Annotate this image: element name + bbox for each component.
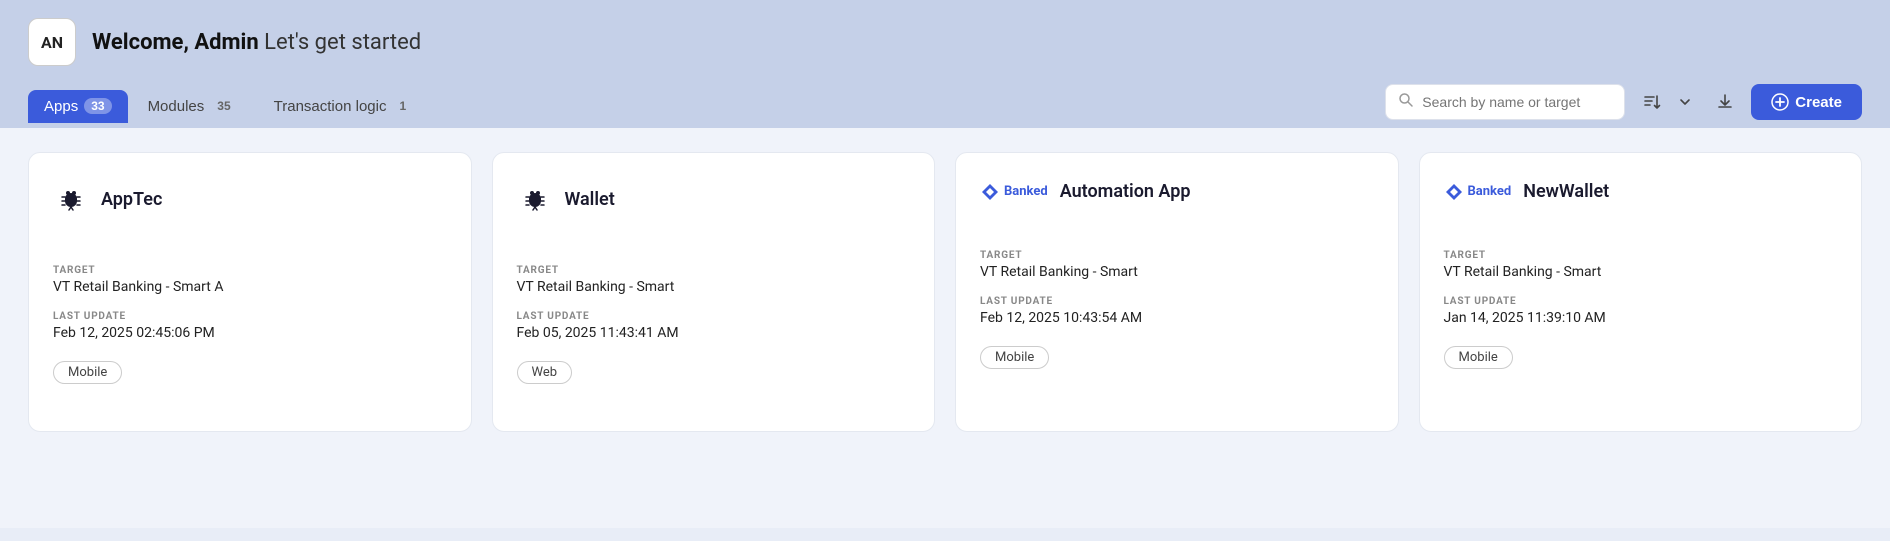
card-automation_app[interactable]: Banked Automation App TARGET VT Retail B…	[955, 152, 1399, 432]
last-update-label-wallet: LAST UPDATE	[517, 311, 911, 322]
last-update-label-apptec: LAST UPDATE	[53, 311, 447, 322]
card-header-newwallet: Banked NewWallet	[1444, 181, 1838, 202]
platform-badge-newwallet: Mobile	[1444, 346, 1513, 369]
search-input[interactable]	[1422, 94, 1612, 110]
target-value-wallet: VT Retail Banking - Smart	[517, 279, 911, 295]
sort-dropdown-button[interactable]	[1671, 88, 1699, 116]
app-name-wallet: Wallet	[565, 189, 615, 210]
platform-badge-apptec: Mobile	[53, 361, 122, 384]
avatar: AN	[28, 18, 76, 66]
platform-badge-automation_app: Mobile	[980, 346, 1049, 369]
card-footer-apptec: Mobile	[53, 361, 447, 384]
tab-apps[interactable]: Apps 33	[28, 90, 128, 123]
header: AN Welcome, Admin Let's get started Apps…	[0, 0, 1890, 128]
target-value-apptec: VT Retail Banking - Smart A	[53, 279, 447, 295]
create-button[interactable]: Create	[1751, 84, 1862, 120]
welcome-text: Welcome, Admin Let's get started	[92, 30, 421, 55]
search-icon	[1398, 92, 1414, 112]
cards-grid: AppTec TARGET VT Retail Banking - Smart …	[28, 152, 1862, 432]
tab-label-transaction_logic: Transaction logic	[274, 98, 387, 115]
target-value-automation_app: VT Retail Banking - Smart	[980, 264, 1374, 280]
banked-logo: Banked	[1444, 182, 1512, 202]
app-name-newwallet: NewWallet	[1523, 181, 1609, 202]
tab-label-apps: Apps	[44, 98, 78, 115]
welcome-suffix: Let's get started	[259, 30, 421, 55]
last-update-value-apptec: Feb 12, 2025 02:45:06 PM	[53, 325, 447, 341]
app-name-apptec: AppTec	[101, 189, 162, 210]
tab-transaction_logic[interactable]: Transaction logic 1	[258, 90, 430, 123]
target-value-newwallet: VT Retail Banking - Smart	[1444, 264, 1838, 280]
create-label: Create	[1795, 94, 1842, 111]
tab-badge-transaction_logic: 1	[392, 98, 413, 114]
header-top: AN Welcome, Admin Let's get started	[28, 18, 1862, 84]
platform-badge-wallet: Web	[517, 361, 573, 384]
main: AppTec TARGET VT Retail Banking - Smart …	[0, 128, 1890, 528]
app-icon-apptec	[53, 181, 89, 217]
card-header-automation_app: Banked Automation App	[980, 181, 1374, 202]
toolbar-row: Apps 33 Modules 35 Transaction logic 1	[28, 84, 1862, 128]
app-name-automation_app: Automation App	[1060, 181, 1191, 202]
card-footer-wallet: Web	[517, 361, 911, 384]
tab-badge-apps: 33	[84, 98, 111, 114]
last-update-value-newwallet: Jan 14, 2025 11:39:10 AM	[1444, 310, 1838, 326]
card-wallet[interactable]: Wallet TARGET VT Retail Banking - Smart …	[492, 152, 936, 432]
last-update-label-automation_app: LAST UPDATE	[980, 296, 1374, 307]
tab-modules[interactable]: Modules 35	[132, 90, 254, 123]
sort-button[interactable]	[1635, 85, 1669, 119]
target-label-automation_app: TARGET	[980, 250, 1374, 261]
card-newwallet[interactable]: Banked NewWallet TARGET VT Retail Bankin…	[1419, 152, 1863, 432]
target-label-newwallet: TARGET	[1444, 250, 1838, 261]
tab-label-modules: Modules	[148, 98, 205, 115]
banked-logo: Banked	[980, 182, 1048, 202]
download-button[interactable]	[1709, 86, 1741, 118]
tabs: Apps 33 Modules 35 Transaction logic 1	[28, 90, 429, 123]
tab-badge-modules: 35	[210, 98, 237, 114]
app-icon-wallet	[517, 181, 553, 217]
card-footer-automation_app: Mobile	[980, 346, 1374, 369]
last-update-value-wallet: Feb 05, 2025 11:43:41 AM	[517, 325, 911, 341]
toolbar-actions: Create	[1385, 84, 1862, 128]
sort-area	[1635, 85, 1699, 119]
last-update-label-newwallet: LAST UPDATE	[1444, 296, 1838, 307]
card-header-apptec: AppTec	[53, 181, 447, 217]
target-label-apptec: TARGET	[53, 265, 447, 276]
welcome-prefix: Welcome,	[92, 30, 194, 55]
last-update-value-automation_app: Feb 12, 2025 10:43:54 AM	[980, 310, 1374, 326]
card-apptec[interactable]: AppTec TARGET VT Retail Banking - Smart …	[28, 152, 472, 432]
card-footer-newwallet: Mobile	[1444, 346, 1838, 369]
card-header-wallet: Wallet	[517, 181, 911, 217]
welcome-name: Admin	[194, 30, 258, 55]
search-box[interactable]	[1385, 84, 1625, 120]
target-label-wallet: TARGET	[517, 265, 911, 276]
